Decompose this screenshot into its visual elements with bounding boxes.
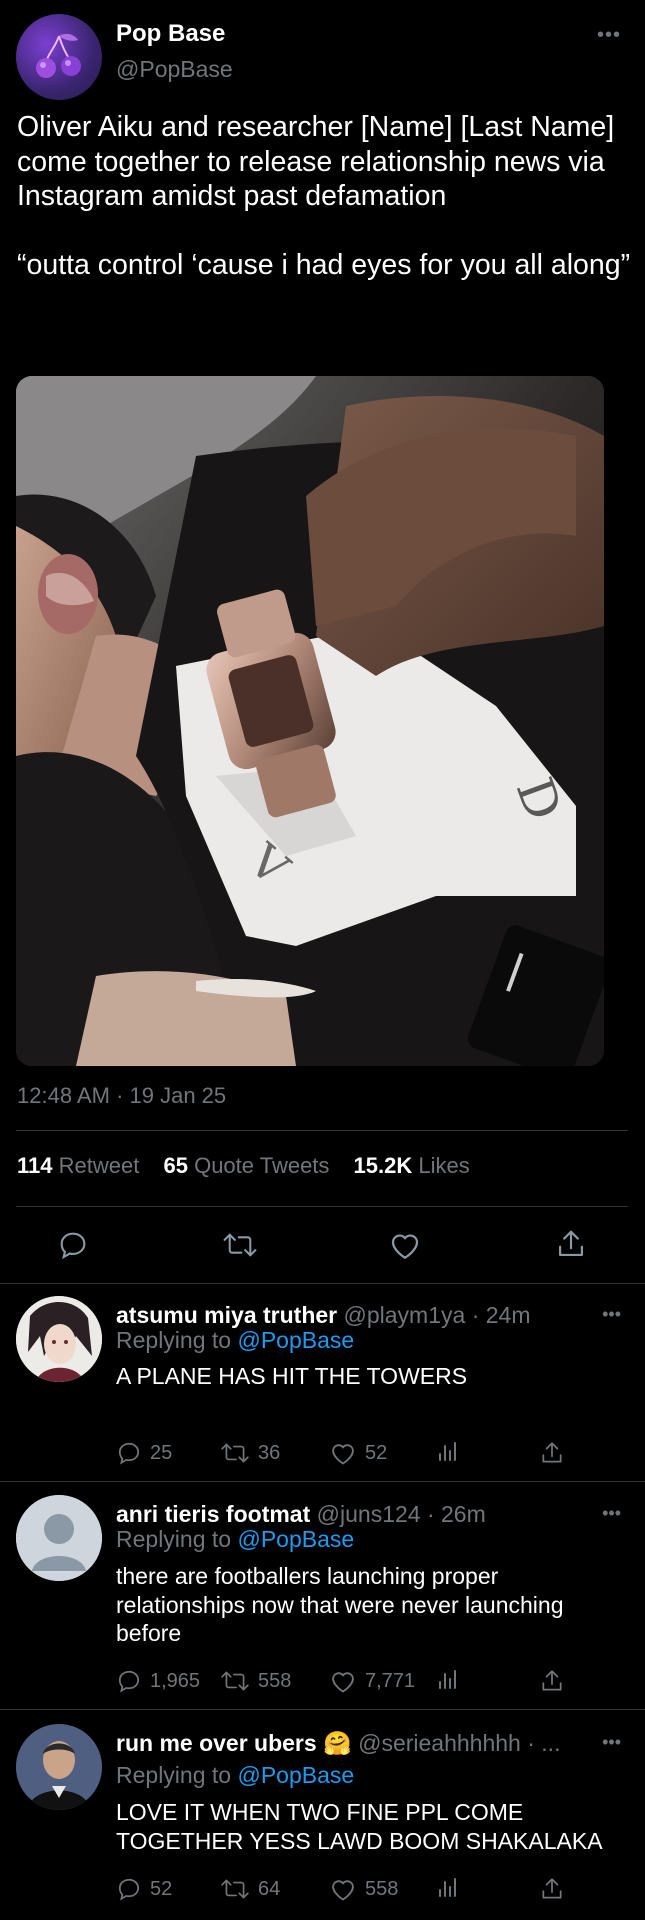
- reply-count: 52: [150, 1877, 173, 1900]
- replying-mention[interactable]: @PopBase: [237, 1526, 354, 1552]
- share-icon: [542, 1670, 562, 1691]
- divider: [16, 1130, 628, 1131]
- tweet-photo[interactable]: V D: [16, 376, 604, 1066]
- reply-avatar[interactable]: [16, 1724, 102, 1810]
- like-count: 7,771: [365, 1669, 416, 1692]
- author-handle[interactable]: @PopBase: [116, 56, 233, 83]
- views-icon: [439, 1442, 456, 1461]
- quote-label[interactable]: Quote Tweets: [194, 1153, 329, 1178]
- like-icon[interactable]: [388, 1229, 422, 1261]
- cherry-logo-icon: [36, 33, 81, 78]
- anime-avatar-image: [16, 1296, 102, 1382]
- replying-prefix: Replying to: [116, 1327, 232, 1353]
- reply-button[interactable]: 25: [116, 1440, 172, 1466]
- reply-name-line[interactable]: run me over ubers 🤗 @serieahhhhhh · ...: [116, 1730, 560, 1757]
- default-avatar-icon: [16, 1495, 102, 1581]
- like-button[interactable]: 558: [329, 1876, 398, 1902]
- reply-icon: [118, 1670, 140, 1693]
- retweet-icon: [221, 1443, 249, 1463]
- like-button[interactable]: 7,771: [329, 1668, 415, 1694]
- divider: [0, 1709, 645, 1710]
- share-button[interactable]: [540, 1876, 564, 1902]
- share-button[interactable]: [540, 1440, 564, 1466]
- like-icon: [332, 1880, 354, 1901]
- reply-button[interactable]: 52: [116, 1876, 172, 1902]
- replying-prefix: Replying to: [116, 1526, 232, 1552]
- replying-to: Replying to @PopBase: [116, 1762, 354, 1789]
- tweet-text: Oliver Aiku and researcher [Name] [Last …: [17, 111, 631, 281]
- divider: [0, 1283, 645, 1284]
- replying-to: Replying to @PopBase: [116, 1327, 354, 1354]
- reply-time[interactable]: · 26m: [427, 1501, 486, 1527]
- share-icon: [542, 1442, 562, 1463]
- share-icon: [542, 1878, 562, 1899]
- share-icon[interactable]: [556, 1227, 586, 1261]
- photo-avatar-image: [16, 1724, 102, 1810]
- reply-actions: 25 36 52: [116, 1440, 576, 1470]
- tweet-stats: 114 Retweet 65 Quote Tweets 15.2K Likes: [17, 1153, 470, 1179]
- replying-prefix: Replying to: [116, 1762, 232, 1788]
- views-button[interactable]: [436, 1668, 460, 1692]
- author-name[interactable]: Pop Base: [116, 20, 225, 48]
- reply-actions: 52 64 558: [116, 1876, 576, 1906]
- reply-count: 1,965: [150, 1669, 201, 1692]
- retweet-count: 36: [258, 1441, 281, 1464]
- more-icon[interactable]: •••: [602, 1503, 621, 1524]
- like-count: 52: [365, 1441, 388, 1464]
- likes-label[interactable]: Likes: [418, 1153, 469, 1178]
- share-button[interactable]: [540, 1668, 564, 1694]
- more-icon[interactable]: •••: [602, 1304, 621, 1325]
- reply-button[interactable]: 1,965: [116, 1668, 200, 1694]
- views-button[interactable]: [436, 1876, 460, 1900]
- views-icon: [439, 1670, 456, 1689]
- retweet-count[interactable]: 114: [17, 1153, 53, 1178]
- reply-author-name[interactable]: atsumu miya truther: [116, 1302, 337, 1328]
- more-icon[interactable]: •••: [602, 1732, 621, 1753]
- reply-author-name[interactable]: run me over ubers 🤗: [116, 1730, 352, 1756]
- more-icon[interactable]: •••: [597, 24, 621, 47]
- reply-author-handle[interactable]: @playm1ya: [344, 1302, 466, 1328]
- retweet-button[interactable]: 558: [220, 1668, 291, 1694]
- retweet-icon[interactable]: [222, 1229, 258, 1261]
- replying-mention[interactable]: @PopBase: [237, 1327, 354, 1353]
- author-avatar[interactable]: [16, 14, 102, 100]
- reply-name-line[interactable]: anri tieris footmat @juns124 · 26m: [116, 1501, 486, 1528]
- retweet-icon: [221, 1671, 249, 1691]
- reply-count: 25: [150, 1441, 173, 1464]
- retweet-button[interactable]: 64: [220, 1876, 280, 1902]
- divider: [0, 1481, 645, 1482]
- reply-avatar[interactable]: [16, 1296, 102, 1382]
- replying-mention[interactable]: @PopBase: [237, 1762, 354, 1788]
- views-icon: [439, 1878, 456, 1897]
- reply-author-handle[interactable]: @juns124: [317, 1501, 421, 1527]
- reply-avatar[interactable]: [16, 1495, 102, 1581]
- reply-author-name[interactable]: anri tieris footmat: [116, 1501, 310, 1527]
- reply-text: there are footballers launching proper r…: [116, 1563, 564, 1646]
- reply-name-line[interactable]: atsumu miya truther @playm1ya · 24m: [116, 1302, 530, 1329]
- reply-time[interactable]: · 24m: [472, 1302, 531, 1328]
- retweet-icon: [221, 1879, 249, 1899]
- reply-text: LOVE IT WHEN TWO FINE PPL COME TOGETHER …: [116, 1799, 603, 1854]
- reply-actions: 1,965 558 7,771: [116, 1668, 576, 1698]
- reply-icon: [118, 1878, 140, 1901]
- reply-icon: [118, 1442, 140, 1465]
- like-count: 558: [365, 1877, 399, 1900]
- reply-author-handle[interactable]: @serieahhhhhh · ...: [358, 1730, 560, 1756]
- retweet-count: 64: [258, 1877, 281, 1900]
- quote-count[interactable]: 65: [163, 1153, 187, 1178]
- reply-text: A PLANE HAS HIT THE TOWERS: [116, 1363, 468, 1389]
- like-icon: [332, 1444, 354, 1465]
- retweet-count: 558: [258, 1669, 292, 1692]
- like-button[interactable]: 52: [329, 1440, 387, 1466]
- retweet-button[interactable]: 36: [220, 1440, 280, 1466]
- likes-count[interactable]: 15.2K: [354, 1153, 413, 1178]
- divider: [16, 1206, 628, 1207]
- reply-icon[interactable]: [57, 1229, 89, 1261]
- replying-to: Replying to @PopBase: [116, 1526, 354, 1553]
- tweet-timestamp[interactable]: 12:48 AM · 19 Jan 25: [17, 1083, 226, 1109]
- views-button[interactable]: [436, 1440, 460, 1464]
- retweet-label[interactable]: Retweet: [59, 1153, 140, 1178]
- like-icon: [332, 1672, 354, 1693]
